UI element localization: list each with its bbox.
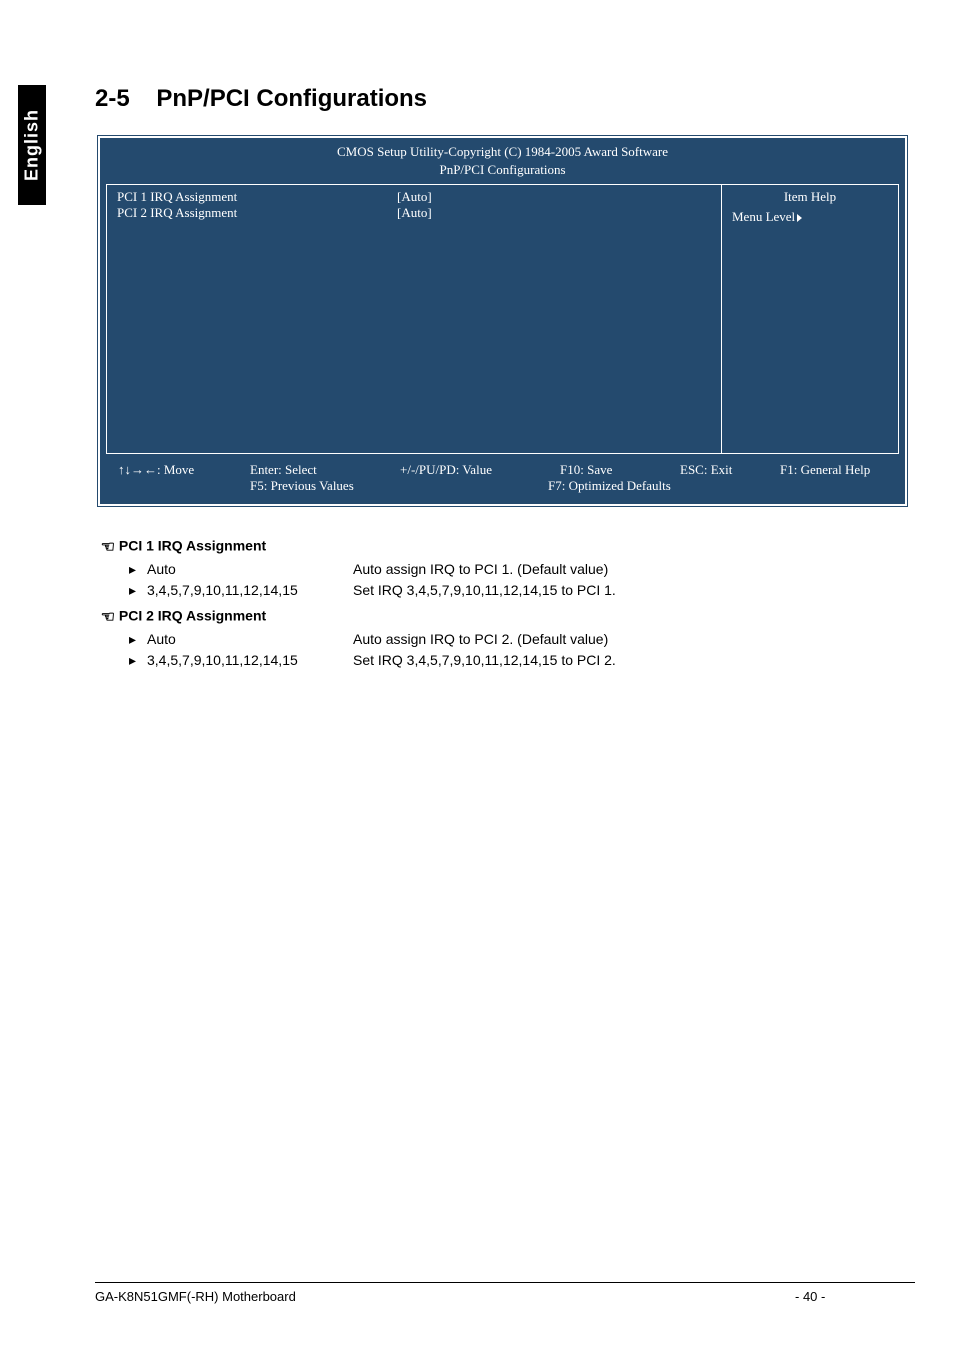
- bios-menu-level: Menu Level: [732, 209, 888, 225]
- option-desc: Auto assign IRQ to PCI 1. (Default value…: [353, 559, 608, 580]
- page-content: 2-5 PnP/PCI Configurations CMOS Setup Ut…: [95, 85, 915, 677]
- pointing-hand-icon: ☞: [95, 607, 115, 627]
- bios-menu-level-label: Menu Level: [732, 209, 795, 224]
- bios-body: PCI 1 IRQ Assignment [Auto] PCI 2 IRQ As…: [100, 184, 905, 454]
- option-key: ▸Auto: [129, 629, 353, 650]
- language-tab: English: [18, 85, 46, 205]
- option-desc: Set IRQ 3,4,5,7,9,10,11,12,14,15 to PCI …: [353, 650, 616, 671]
- bios-hint-help: F1: General Help: [780, 462, 870, 478]
- triangle-right-icon: [795, 209, 802, 224]
- bios-main-panel: PCI 1 IRQ Assignment [Auto] PCI 2 IRQ As…: [106, 184, 721, 454]
- option-key-text: Auto: [147, 631, 176, 647]
- option-group: ☞ PCI 1 IRQ Assignment ▸Auto Auto assign…: [95, 537, 915, 601]
- bios-footer: ↑↓→←: Move Enter: Select +/-/PU/PD: Valu…: [100, 454, 905, 504]
- option-key: ▸3,4,5,7,9,10,11,12,14,15: [129, 650, 353, 671]
- section-number: 2-5: [95, 85, 130, 112]
- bios-help-title: Item Help: [732, 189, 888, 205]
- bios-item-value: [Auto]: [397, 189, 527, 205]
- option-line: ▸3,4,5,7,9,10,11,12,14,15 Set IRQ 3,4,5,…: [95, 650, 915, 671]
- footer-model: GA-K8N51GMF(-RH) Motherboard: [95, 1289, 795, 1304]
- bios-header-line1: CMOS Setup Utility-Copyright (C) 1984-20…: [100, 138, 905, 162]
- bios-hint-move: ↑↓→←: Move: [118, 462, 250, 478]
- option-group: ☞ PCI 2 IRQ Assignment ▸Auto Auto assign…: [95, 607, 915, 671]
- footer-page-number: - 40 -: [795, 1289, 915, 1304]
- bios-item-label: PCI 2 IRQ Assignment: [117, 205, 397, 221]
- bios-row: PCI 2 IRQ Assignment [Auto]: [117, 205, 711, 221]
- double-arrow-icon: ▸: [129, 580, 147, 601]
- option-line: ▸Auto Auto assign IRQ to PCI 1. (Default…: [95, 559, 915, 580]
- section-title-text: PnP/PCI Configurations: [156, 85, 427, 112]
- pointing-hand-icon: ☞: [95, 537, 115, 557]
- bios-item-label: PCI 1 IRQ Assignment: [117, 189, 397, 205]
- option-title-text: PCI 1 IRQ Assignment: [119, 538, 266, 554]
- option-title-text: PCI 2 IRQ Assignment: [119, 608, 266, 624]
- section-heading: 2-5 PnP/PCI Configurations: [95, 85, 915, 113]
- bios-hint-value: +/-/PU/PD: Value: [400, 462, 560, 478]
- bios-hint-opt: F7: Optimized Defaults: [400, 478, 671, 494]
- bios-hint-save: F10: Save: [560, 462, 680, 478]
- option-title: ☞ PCI 2 IRQ Assignment: [95, 607, 915, 627]
- option-line: ▸3,4,5,7,9,10,11,12,14,15 Set IRQ 3,4,5,…: [95, 580, 915, 601]
- option-title: ☞ PCI 1 IRQ Assignment: [95, 537, 915, 557]
- option-desc: Auto assign IRQ to PCI 2. (Default value…: [353, 629, 608, 650]
- option-desc: Set IRQ 3,4,5,7,9,10,11,12,14,15 to PCI …: [353, 580, 616, 601]
- option-key-text: Auto: [147, 561, 176, 577]
- double-arrow-icon: ▸: [129, 629, 147, 650]
- option-key-text: 3,4,5,7,9,10,11,12,14,15: [147, 582, 298, 598]
- option-key: ▸3,4,5,7,9,10,11,12,14,15: [129, 580, 353, 601]
- option-key-text: 3,4,5,7,9,10,11,12,14,15: [147, 652, 298, 668]
- option-line: ▸Auto Auto assign IRQ to PCI 2. (Default…: [95, 629, 915, 650]
- options-block: ☞ PCI 1 IRQ Assignment ▸Auto Auto assign…: [95, 537, 915, 671]
- bios-hint-select: Enter: Select: [250, 462, 400, 478]
- option-key: ▸Auto: [129, 559, 353, 580]
- bios-item-value: [Auto]: [397, 205, 527, 221]
- bios-header-line2: PnP/PCI Configurations: [100, 162, 905, 184]
- bios-help-panel: Item Help Menu Level: [721, 184, 899, 454]
- page-footer: GA-K8N51GMF(-RH) Motherboard - 40 -: [95, 1282, 915, 1304]
- double-arrow-icon: ▸: [129, 650, 147, 671]
- bios-screen: CMOS Setup Utility-Copyright (C) 1984-20…: [95, 133, 910, 509]
- bios-row: PCI 1 IRQ Assignment [Auto]: [117, 189, 711, 205]
- bios-hint-prev: F5: Previous Values: [118, 478, 400, 494]
- bios-hint-exit: ESC: Exit: [680, 462, 780, 478]
- double-arrow-icon: ▸: [129, 559, 147, 580]
